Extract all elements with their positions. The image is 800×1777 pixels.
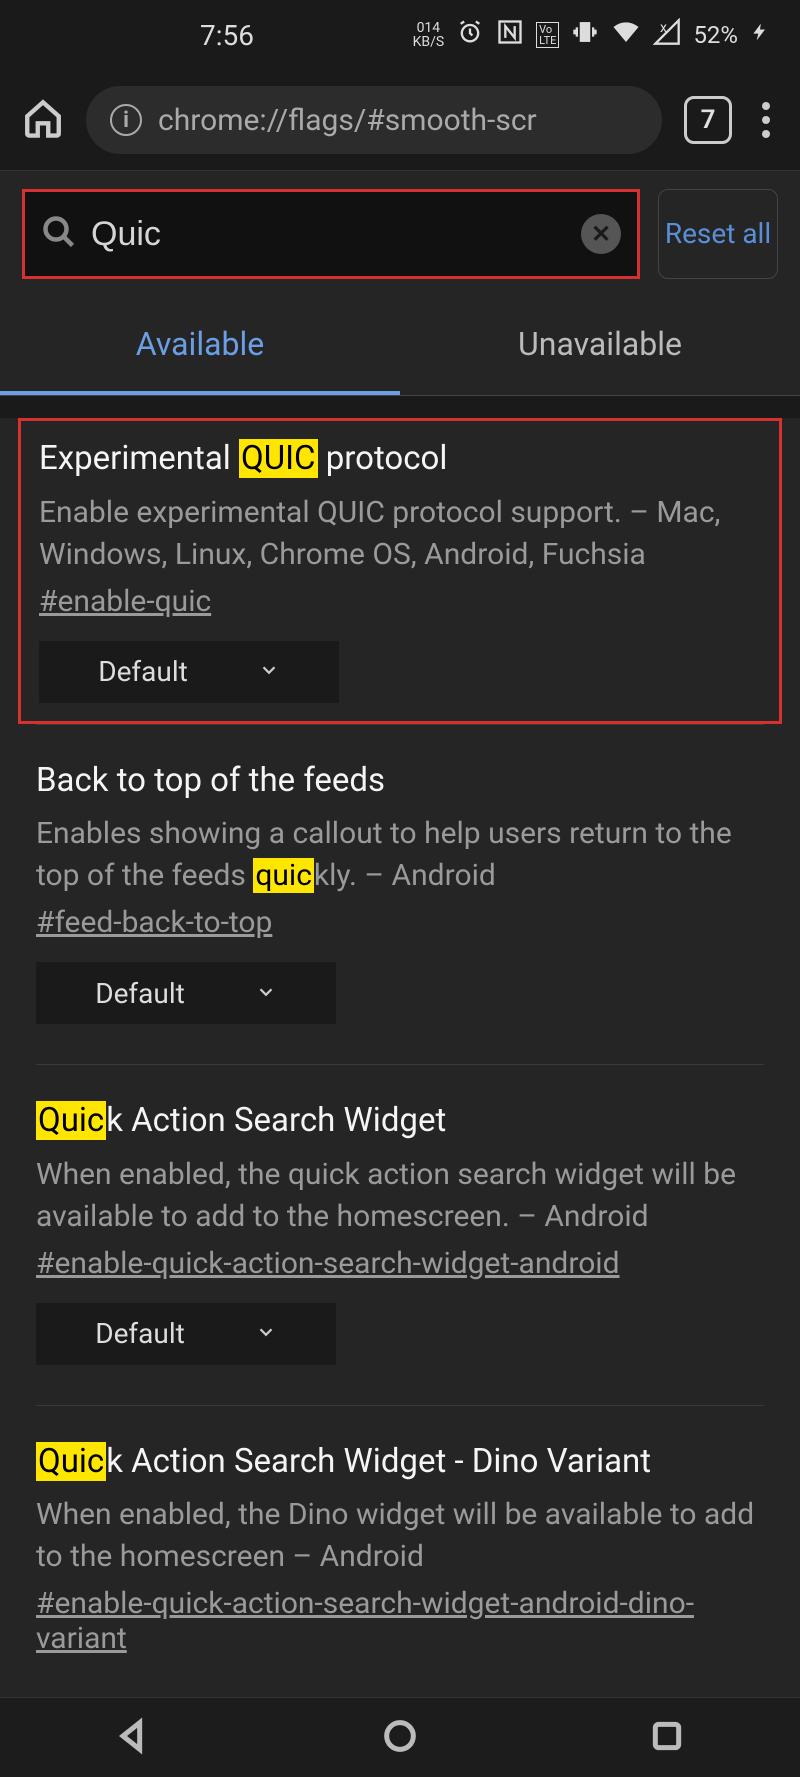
flag-description: When enabled, the quick action search wi…	[36, 1154, 764, 1238]
address-bar[interactable]: i chrome://flags/#smooth-scr	[86, 86, 662, 154]
flag-hash-link[interactable]: #enable-quick-action-search-widget-andro…	[36, 1246, 620, 1281]
flags-list: Experimental QUIC protocol Enable experi…	[0, 418, 800, 1718]
status-icons: 014 KB/S VoLTE x 52%	[413, 17, 770, 53]
search-area: ✕ Reset all	[0, 170, 800, 297]
wifi-icon	[611, 17, 641, 53]
search-input[interactable]	[91, 215, 567, 254]
chevron-down-icon	[258, 655, 280, 688]
search-icon	[41, 214, 77, 254]
flag-hash-link[interactable]: #enable-quic	[39, 584, 211, 619]
reset-all-button[interactable]: Reset all	[658, 189, 778, 279]
flag-dropdown[interactable]: Default	[36, 962, 336, 1024]
more-menu-icon[interactable]	[754, 102, 778, 138]
chevron-down-icon	[255, 977, 277, 1010]
tab-switcher[interactable]: 7	[684, 96, 732, 144]
flag-title: Quick Action Search Widget - Dino Varian…	[36, 1440, 764, 1485]
flag-item: Back to top of the feeds Enables showing…	[36, 724, 764, 1065]
clear-search-icon[interactable]: ✕	[581, 214, 621, 254]
flag-item: Quick Action Search Widget - Dino Varian…	[36, 1405, 764, 1719]
dropdown-value: Default	[98, 655, 188, 688]
site-info-icon[interactable]: i	[110, 104, 142, 136]
kbps-indicator: 014 KB/S	[413, 21, 445, 49]
flag-item: Experimental QUIC protocol Enable experi…	[18, 418, 782, 724]
dropdown-value: Default	[95, 1317, 185, 1350]
flag-description: Enables showing a callout to help users …	[36, 813, 764, 897]
tab-available[interactable]: Available	[0, 297, 400, 395]
flag-dropdown[interactable]: Default	[39, 641, 339, 703]
charging-icon	[750, 18, 770, 52]
signal-icon: x	[653, 18, 681, 52]
flag-title: Back to top of the feeds	[36, 759, 764, 804]
kbps-label: KB/S	[413, 35, 445, 49]
vibrate-icon	[571, 18, 599, 52]
alarm-icon	[456, 18, 484, 52]
nav-recent-icon[interactable]	[647, 1716, 687, 1760]
flag-title: Experimental QUIC protocol	[39, 437, 761, 482]
flag-dropdown[interactable]: Default	[36, 1303, 336, 1365]
search-box[interactable]: ✕	[22, 189, 640, 279]
kbps-value: 014	[413, 21, 445, 35]
browser-toolbar: i chrome://flags/#smooth-scr 7	[0, 70, 800, 170]
home-icon[interactable]	[22, 97, 64, 143]
dropdown-value: Default	[95, 977, 185, 1010]
flag-item: Quick Action Search Widget When enabled,…	[36, 1064, 764, 1405]
nav-home-icon[interactable]	[380, 1716, 420, 1760]
flag-description: Enable experimental QUIC protocol suppor…	[39, 492, 761, 576]
android-nav-bar	[0, 1697, 800, 1777]
nav-back-icon[interactable]	[113, 1716, 153, 1760]
tab-unavailable[interactable]: Unavailable	[400, 297, 800, 395]
battery-text: 52%	[693, 21, 738, 49]
svg-text:x: x	[660, 20, 667, 36]
status-bar: 7:56 014 KB/S VoLTE x 52%	[0, 0, 800, 70]
flag-description: When enabled, the Dino widget will be av…	[36, 1494, 764, 1578]
tab-row: Available Unavailable	[0, 297, 800, 396]
flag-title: Quick Action Search Widget	[36, 1099, 764, 1144]
nfc-icon	[496, 18, 524, 52]
flag-hash-link[interactable]: #enable-quick-action-search-widget-andro…	[36, 1586, 764, 1656]
chevron-down-icon	[255, 1317, 277, 1350]
status-time: 7:56	[200, 19, 254, 52]
volte-icon: VoLTE	[536, 22, 559, 48]
flag-hash-link[interactable]: #feed-back-to-top	[36, 905, 272, 940]
url-text: chrome://flags/#smooth-scr	[158, 103, 537, 138]
